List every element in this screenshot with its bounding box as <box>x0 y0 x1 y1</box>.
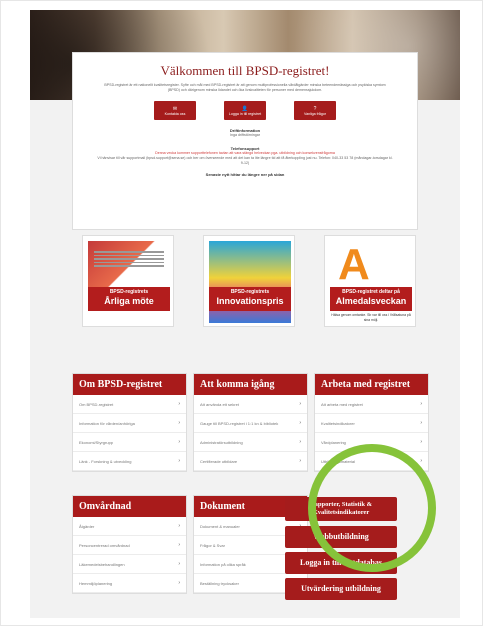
contact-button[interactable]: ✉ Kontakta oss <box>154 101 196 120</box>
chevron-right-icon: › <box>178 523 180 529</box>
promo-card-almedalen[interactable]: A BPSD-registret deltar på Almedalsvecka… <box>324 235 416 327</box>
promo-big-label: Årliga möte <box>104 296 154 306</box>
chevron-right-icon: › <box>178 542 180 548</box>
news-footer-text: Senaste nytt hittar du längre ner på sid… <box>205 172 285 177</box>
panel-link[interactable]: Om BPSD-registret › <box>73 395 186 414</box>
chevron-right-icon: › <box>420 420 422 426</box>
chevron-right-icon: › <box>178 401 180 407</box>
panel-link[interactable]: Att arbeta med registret › <box>315 395 428 414</box>
panel-link-label: Administratörsutbildning <box>200 439 243 445</box>
panel-link[interactable]: Länk - Forskning & utveckling › <box>73 452 186 471</box>
panel-link[interactable]: Personcentrerad omvårdnad › <box>73 536 186 555</box>
promo-small-label: BPSD-registrets <box>230 289 270 295</box>
highlight-circle <box>308 444 436 572</box>
panel-link-label: Om BPSD-registret <box>79 401 114 407</box>
chevron-right-icon: › <box>299 401 301 407</box>
panel-link[interactable]: Hemmiljöplanering › <box>73 574 186 593</box>
chevron-right-icon: › <box>420 439 422 445</box>
panel-link[interactable]: Åtgärder › <box>73 517 186 536</box>
promo-big-label: Innovationspris <box>216 296 284 306</box>
panel-link-label: Certifierade utbildare <box>200 458 238 464</box>
page-title: Välkommen till BPSD-registret! <box>160 63 330 78</box>
chevron-right-icon: › <box>299 420 301 426</box>
promo-card-innovation[interactable]: BPSD-registrets Innovationspris <box>203 235 295 327</box>
panel-link-label: Dokument & manualer <box>200 523 240 529</box>
panel-link[interactable]: Certifierade utbildare › <box>194 452 307 471</box>
almedalen-logo: A <box>338 241 370 289</box>
chevron-right-icon: › <box>178 580 180 586</box>
promo-image-annual-meeting: BPSD-registrets Årliga möte <box>88 241 170 323</box>
panel-link-label: Gauge till BPSD-registret i 1:1 kn & bib… <box>200 420 279 426</box>
panel-link[interactable]: Att använda ett sekret › <box>194 395 307 414</box>
chevron-right-icon: › <box>178 561 180 567</box>
welcome-card: Välkommen till BPSD-registret! BPSD-regi… <box>72 52 418 230</box>
faq-button[interactable]: ? Vanliga frågor <box>294 101 336 120</box>
panel-link-label: Hemmiljöplanering <box>79 580 113 586</box>
panel-komma-igang: Att komma igång Att använda ett sekret › … <box>193 373 308 472</box>
panel-om-bpsd: Om BPSD-registret Om BPSD-registret › Inf… <box>72 373 187 472</box>
panel-link[interactable]: Ekonomi/Styrgrupp › <box>73 433 186 452</box>
panel-link-label: Vårdplanering <box>321 439 346 445</box>
panel-link-label: Läkemedelsbehandlingen <box>79 561 125 567</box>
chevron-right-icon: › <box>420 401 422 407</box>
promo-big-label: Almedalsveckan <box>335 296 407 306</box>
panel-link-label: Kvalitetsindikatorer <box>321 420 355 426</box>
panel-link-label: Information på olika språk <box>200 561 246 567</box>
panel-link[interactable]: Gauge till BPSD-registret i 1:1 kn & bib… <box>194 414 307 433</box>
promo-band: BPSD-registrets Årliga möte <box>88 287 170 311</box>
panel-link-label: Länk - Forskning & utveckling <box>79 458 132 464</box>
chevron-right-icon: › <box>178 458 180 464</box>
panel-link-label: Att använda ett sekret <box>200 401 239 407</box>
panel-link-label: Information för vården/anhöriga <box>79 420 135 426</box>
support-text: Vi hänvisar till vår supportmail (bpsd.s… <box>97 156 393 165</box>
panel-title: Omvårdnad <box>73 496 186 517</box>
promo-subtext: Hälsa genom omtanke. Sb var till oss i V… <box>331 313 411 322</box>
promo-image-innovation: BPSD-registrets Innovationspris <box>209 241 291 323</box>
panel-link-label: Personcentrerad omvårdnad <box>79 542 130 548</box>
promo-card-annual-meeting[interactable]: BPSD-registrets Årliga möte <box>82 235 174 327</box>
panel-link-label: Beställning trycksaker <box>200 580 239 586</box>
intro-text: BPSD-registret är ett nationellt kvalite… <box>104 83 386 92</box>
panel-link[interactable]: Kvalitetsindikatorer › <box>315 414 428 433</box>
promo-image-almedalen: A BPSD-registret deltar på Almedalsvecka… <box>330 241 412 323</box>
welcome-button-row: ✉ Kontakta oss 👤 Logga in till registret… <box>73 101 417 120</box>
login-button[interactable]: 👤 Logga in till registret <box>224 101 266 120</box>
panel-title: Att komma igång <box>194 374 307 395</box>
promo-band: BPSD-registrets Innovationspris <box>209 287 291 311</box>
promo-text-lines <box>94 251 164 269</box>
chevron-right-icon: › <box>299 458 301 464</box>
panel-link[interactable]: Läkemedelsbehandlingen › <box>73 555 186 574</box>
promo-small-label: BPSD-registrets <box>109 289 149 295</box>
contact-button-label: Kontakta oss <box>164 111 186 116</box>
panel-link-label: Att arbeta med registret <box>321 401 363 407</box>
promo-band: BPSD-registret deltar på Almedalsveckan <box>330 287 412 311</box>
drift-text: Inga driftstörningar <box>230 133 260 137</box>
promo-small-label: BPSD-registret deltar på <box>342 289 400 295</box>
panel-link-label: Frågor & Svar <box>200 542 225 548</box>
training-evaluation-button[interactable]: Utvärdering utbildning <box>285 578 397 600</box>
faq-button-label: Vanliga frågor <box>303 111 327 116</box>
panel-omvardnad: Omvårdnad Åtgärder › Personcentrerad omvå… <box>72 495 187 594</box>
panel-title: Om BPSD-registret <box>73 374 186 395</box>
chevron-right-icon: › <box>178 420 180 426</box>
panel-title: Arbeta med registret <box>315 374 428 395</box>
panel-link-label: Åtgärder <box>79 523 95 529</box>
login-button-label: Logga in till registret <box>228 111 262 116</box>
panel-link[interactable]: Information för vården/anhöriga › <box>73 414 186 433</box>
panel-link-label: Ekonomi/Styrgrupp <box>79 439 114 445</box>
chevron-right-icon: › <box>178 439 180 445</box>
chevron-right-icon: › <box>420 458 422 464</box>
panel-link[interactable]: Administratörsutbildning › <box>194 433 307 452</box>
chevron-right-icon: › <box>299 439 301 445</box>
